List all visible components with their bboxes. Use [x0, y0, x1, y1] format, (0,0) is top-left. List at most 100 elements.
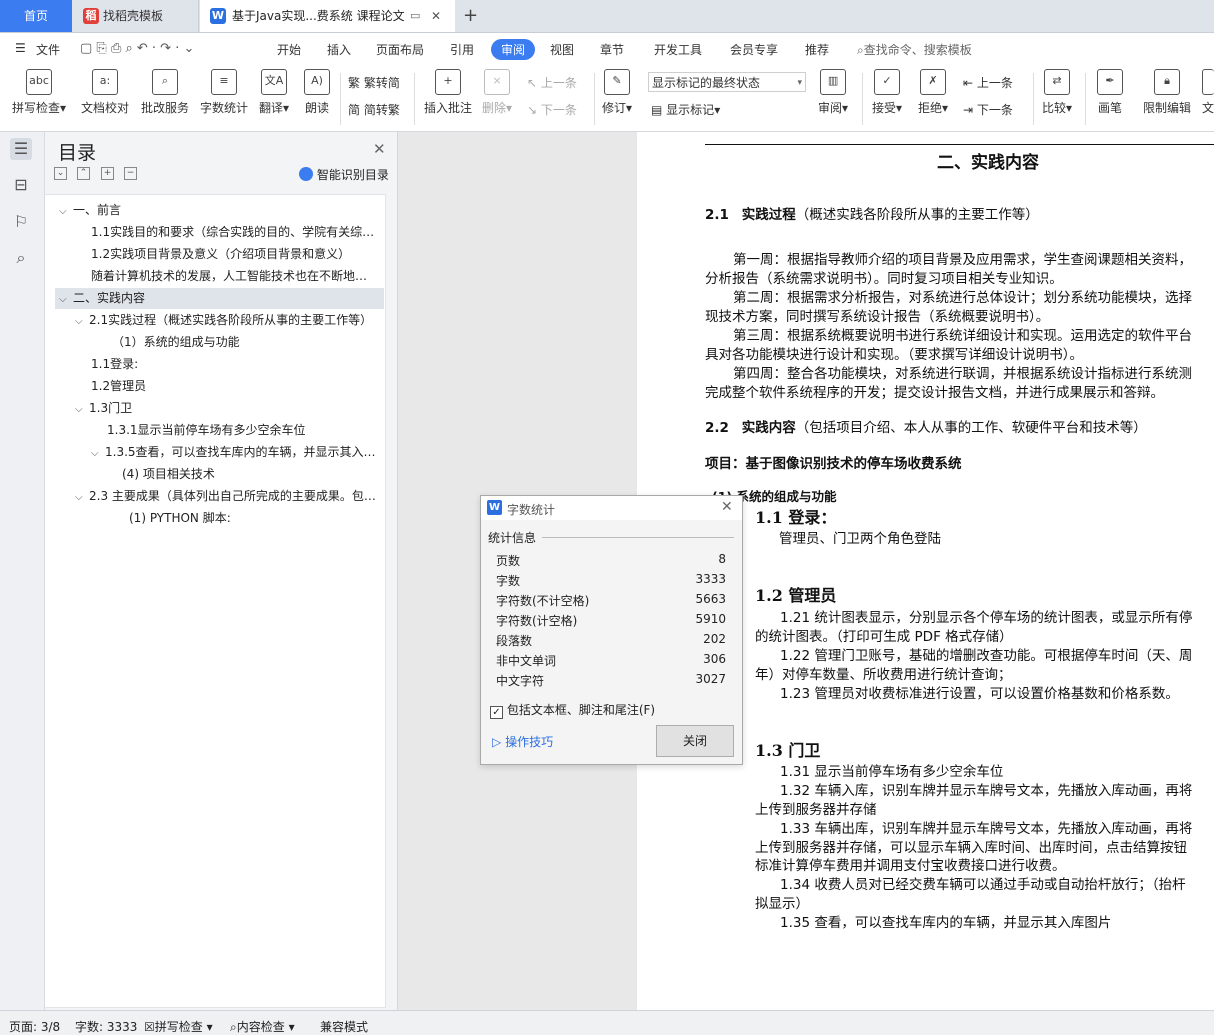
- toc-item[interactable]: ⌵ 1.3.5查看，可以查找车库内的车辆，并显示其入库图片: [91, 442, 377, 463]
- next-change-button[interactable]: ⇥ 下一条: [963, 101, 1013, 118]
- divider: [542, 537, 734, 538]
- tab-bar: 首页 稻 找稻壳模板 W 基于Java实现...费系统 课程论文 ▭ ✕ +: [0, 0, 1214, 33]
- batch-service-button[interactable]: ⌕ 批改服务: [141, 69, 189, 116]
- review-pane-button[interactable]: ▥ 审阅▾: [818, 69, 848, 116]
- toc-item[interactable]: (1) PYTHON 脚本:: [129, 508, 369, 529]
- toc-item[interactable]: （1）系统的组成与功能: [112, 332, 372, 353]
- spell-check-button[interactable]: abc 拼写检查▾: [12, 69, 66, 116]
- prev-comment-button[interactable]: ↖ 上一条: [527, 74, 577, 91]
- dialog-titlebar[interactable]: W 字数统计 ✕: [481, 496, 742, 520]
- menu-file[interactable]: 文件: [36, 41, 60, 58]
- proofread-button[interactable]: a: 文档校对: [81, 69, 129, 116]
- revise-button[interactable]: ✎ 修订▾: [602, 69, 632, 116]
- tab-document[interactable]: W 基于Java实现...费系统 课程论文 ▭ ✕: [200, 0, 455, 32]
- toc-item[interactable]: 1.2实践项目背景及意义（介绍项目背景和意义）: [91, 244, 377, 265]
- menu-member[interactable]: 会员专享: [730, 41, 778, 58]
- insert-comment-button[interactable]: + 插入批注: [424, 69, 472, 116]
- content-check-status[interactable]: ⌕内容检查 ▾: [230, 1018, 295, 1035]
- comment-delete-icon: ×: [484, 69, 511, 95]
- restrict-edit-button[interactable]: 🔒︎ 限制编辑: [1143, 69, 1191, 116]
- toc-item[interactable]: 1.2管理员: [91, 376, 351, 397]
- close-icon[interactable]: ✕: [721, 499, 733, 515]
- reject-button[interactable]: ✗ 拒绝▾: [918, 69, 948, 116]
- tab-home[interactable]: 首页: [0, 0, 72, 32]
- translate-button[interactable]: 文A 翻译▾: [259, 69, 289, 116]
- toc-item[interactable]: 1.3.1显示当前停车场有多少空余车位: [107, 420, 367, 441]
- subheading: 1.3 门卫: [755, 741, 821, 760]
- spell-check-status[interactable]: ☒拼写检查 ▾: [144, 1018, 213, 1035]
- toc-item[interactable]: ⌵ 1.3门卫: [75, 398, 335, 419]
- word-count-button[interactable]: ≡ 字数统计: [200, 69, 248, 116]
- paragraph-line: 现技术方案，同时撰写系统设计报告（系统概要说明书）。: [705, 309, 1050, 325]
- chevron-down-icon: ⌵: [59, 294, 67, 305]
- stats-section-label: 统计信息: [488, 531, 537, 545]
- trad-icon: 繁: [348, 76, 361, 90]
- doc-rights-button[interactable]: 文: [1202, 69, 1214, 116]
- menu-recommend[interactable]: 推荐: [805, 41, 829, 58]
- markup-state-select[interactable]: 显示标记的最终状态 ▾: [648, 72, 806, 92]
- paragraph-line: 管理员、门卫两个角色登陆: [779, 531, 941, 547]
- toc-list: ⌵一、前言 1.1实践目的和要求（综合实践的目的、学院有关综合实践的要求 1.2…: [45, 194, 386, 1008]
- close-icon[interactable]: ✕: [373, 140, 386, 158]
- toc-item[interactable]: 随着计算机技术的发展，人工智能技术也在不断地发展: [91, 266, 377, 287]
- menu-start[interactable]: 开始: [277, 41, 301, 58]
- toc-item-selected[interactable]: ⌵ 二、实践内容: [55, 288, 384, 309]
- read-aloud-button[interactable]: A) 朗读: [304, 69, 330, 116]
- project-line: 项目：基于图像识别技术的停车场收费系统: [705, 456, 962, 472]
- quick-access-icons[interactable]: ▢ ⎘ ⎙ ⌕ ↶ · ↷ · ⌄: [80, 41, 194, 56]
- toc-item[interactable]: ⌵ 一、前言: [59, 200, 379, 221]
- pen-button[interactable]: ✒ 画笔: [1097, 69, 1123, 116]
- include-footnotes-checkbox[interactable]: ✓ 包括文本框、脚注和尾注(F): [490, 701, 655, 719]
- left-rail: ☰ ⊟ ⚐ ⌕: [0, 132, 45, 1010]
- menu-devtools[interactable]: 开发工具: [654, 41, 702, 58]
- restore-icon[interactable]: ▭: [410, 0, 420, 32]
- menu-view[interactable]: 视图: [550, 41, 574, 58]
- remove-heading-icon[interactable]: −: [124, 167, 137, 180]
- trad-to-simp-button[interactable]: 繁 繁转简: [348, 74, 400, 91]
- toc-item[interactable]: 1.1实践目的和要求（综合实践的目的、学院有关综合实践的要求: [91, 222, 377, 243]
- next-comment-button[interactable]: ↘ 下一条: [527, 101, 577, 118]
- next-change-icon: ⇥: [963, 103, 974, 117]
- tab-template[interactable]: 稻 找稻壳模板: [73, 0, 199, 32]
- menu-layout[interactable]: 页面布局: [376, 41, 424, 58]
- accept-button[interactable]: ✓ 接受▾: [872, 69, 902, 116]
- delete-comment-button[interactable]: × 删除▾: [482, 69, 512, 116]
- new-tab-button[interactable]: +: [463, 0, 478, 32]
- menu-insert[interactable]: 插入: [327, 41, 351, 58]
- menu-chapter[interactable]: 章节: [600, 41, 624, 58]
- divider: [340, 73, 341, 125]
- paragraph-line: 分析报告（系统需求说明书）。同时复习项目相关专业知识。: [705, 271, 1063, 287]
- toc-item[interactable]: ⌵ 2.1实践过程（概述实践各阶段所从事的主要工作等）: [75, 310, 377, 331]
- compare-button[interactable]: ⇄ 比较▾: [1042, 69, 1072, 116]
- outline-icon[interactable]: ⊟: [10, 174, 32, 196]
- page-indicator[interactable]: 页面: 3/8: [9, 1018, 60, 1035]
- tab-close-icon[interactable]: ✕: [431, 0, 441, 32]
- toc-item[interactable]: (4) 项目相关技术: [122, 464, 372, 485]
- command-search[interactable]: ⌕查找命令、搜索模板: [857, 41, 972, 58]
- find-icon[interactable]: ⌕: [10, 247, 32, 269]
- word-count-status[interactable]: 字数: 3333: [75, 1018, 137, 1035]
- hamburger-icon[interactable]: ☰: [15, 41, 26, 55]
- add-heading-icon[interactable]: +: [101, 167, 114, 180]
- menu-reference[interactable]: 引用: [450, 41, 474, 58]
- paragraph-line: 1.35 查看，可以查找车库内的车辆，并显示其入库图片: [780, 915, 1112, 931]
- toc-item[interactable]: 1.1登录:: [91, 354, 351, 375]
- paragraph-line: 1.32 车辆入库，识别车牌并显示车牌号文本，先播放入库动画，再将: [780, 783, 1193, 799]
- collapse-all-icon[interactable]: ⌄: [54, 167, 67, 180]
- paragraph-line: 标准计算停车费用并调用支付宝收费接口进行收费。: [755, 858, 1066, 874]
- stat-row: 字符数(计空格) 5910: [496, 612, 726, 628]
- menu-review[interactable]: 审阅: [491, 39, 536, 60]
- toc-item[interactable]: ⌵2.3 主要成果（具体列出自己所完成的主要成果。包括程序代码: [75, 486, 377, 507]
- toc-panel-icon[interactable]: ☰: [10, 138, 32, 160]
- simp-to-trad-button[interactable]: 简 简转繁: [348, 101, 400, 118]
- close-button[interactable]: 关闭: [656, 725, 734, 757]
- bookmark-icon[interactable]: ⚐: [10, 211, 32, 233]
- tips-link[interactable]: ▷ 操作技巧: [492, 733, 553, 750]
- expand-all-icon[interactable]: ⌃: [77, 167, 90, 180]
- comment-add-icon: +: [435, 69, 461, 95]
- smart-toc-button[interactable]: 智能识别目录: [299, 166, 389, 183]
- chevron-down-icon: ⌵: [91, 448, 99, 459]
- show-markup-button[interactable]: ▤ 显示标记▾: [651, 101, 720, 118]
- prev-change-button[interactable]: ⇤ 上一条: [963, 74, 1013, 91]
- chevron-down-icon: ⌵: [75, 316, 83, 327]
